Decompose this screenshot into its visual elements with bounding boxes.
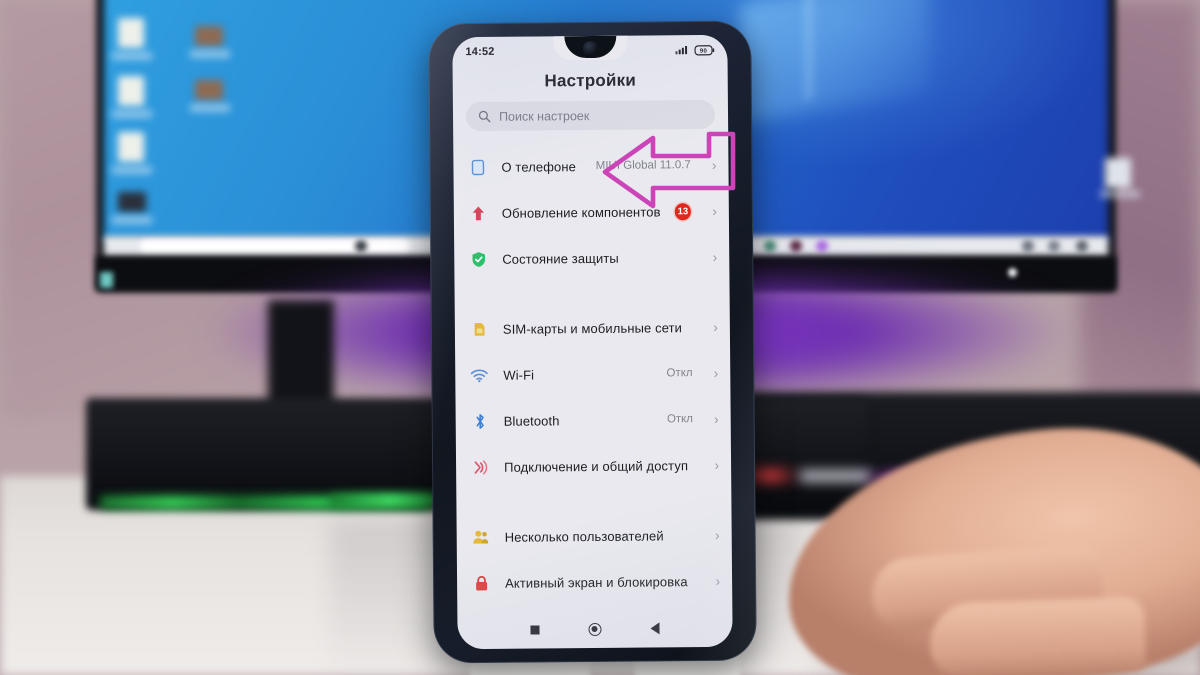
photo-scene: 14:52 90 Настройки Поиск настроек О теле… xyxy=(0,0,1200,675)
sharing-icon xyxy=(470,457,490,477)
desktop-icon xyxy=(118,192,146,212)
row-label: Обновление компонентов xyxy=(501,203,661,221)
status-bar-clock: 14:52 xyxy=(465,45,495,59)
desktop-icon-label xyxy=(112,216,152,224)
monitor-side-marker xyxy=(100,272,113,288)
row-label: Несколько пользователей xyxy=(504,527,664,545)
chevron-right-icon: › xyxy=(714,456,720,473)
taskbar-icon xyxy=(790,240,802,252)
front-camera-icon xyxy=(582,40,598,57)
recycle-bin-label xyxy=(1100,190,1140,198)
settings-row-connection-sharing[interactable]: Подключение и общий доступ › xyxy=(456,442,731,490)
desktop-icon-label xyxy=(190,50,230,58)
battery-icon: 90 xyxy=(694,44,715,55)
windows-wallpaper-logo-split xyxy=(806,0,811,101)
row-label: Активный экран и блокировка xyxy=(505,573,688,591)
row-label: Wi-Fi xyxy=(503,367,535,383)
desktop-icon-label xyxy=(190,104,230,112)
users-icon xyxy=(471,527,491,547)
settings-row-wifi[interactable]: Wi-Fi Откл › xyxy=(455,350,730,398)
settings-row-about-phone[interactable]: О телефоне MIUI Global 11.0.7 › xyxy=(453,142,728,190)
settings-list: О телефоне MIUI Global 11.0.7 › Обновлен… xyxy=(453,140,732,615)
search-bar-wrapper: Поиск настроек xyxy=(453,99,728,142)
chevron-right-icon: › xyxy=(713,410,719,427)
navigation-bar xyxy=(457,613,732,649)
desktop-icon xyxy=(195,26,223,46)
row-label: Подключение и общий доступ xyxy=(504,457,689,475)
chevron-right-icon: › xyxy=(714,526,720,543)
desktop-icon xyxy=(195,80,223,100)
row-value: MIUI Global 11.0.7 xyxy=(595,159,691,172)
chevron-right-icon: › xyxy=(713,318,718,335)
taskbar-icon xyxy=(816,240,828,252)
taskbar-tray-icon xyxy=(1076,240,1088,252)
taskbar-tray-icon xyxy=(1022,240,1034,252)
row-label: Bluetooth xyxy=(503,412,560,429)
back-triangle-icon[interactable] xyxy=(650,622,660,635)
row-label: О телефоне xyxy=(501,158,577,175)
device-group: О телефоне MIUI Global 11.0.7 › Обновлен… xyxy=(453,142,729,282)
recycle-bin-icon xyxy=(1105,158,1131,188)
shield-check-icon xyxy=(468,249,488,269)
page-title: Настройки xyxy=(544,70,637,91)
taskbar-icon xyxy=(764,240,776,252)
signal-icon xyxy=(675,45,688,54)
lock-icon xyxy=(471,573,491,593)
settings-row-security-status[interactable]: Состояние защиты › xyxy=(454,234,729,282)
search-icon xyxy=(478,110,491,123)
settings-row-component-update[interactable]: Обновление компонентов 13 › xyxy=(454,188,729,236)
row-value: Откл xyxy=(666,413,694,426)
taskbar-start-icon xyxy=(355,240,367,252)
middle-finger xyxy=(928,596,1147,675)
update-arrow-icon xyxy=(468,203,488,223)
settings-row-bluetooth[interactable]: Bluetooth Откл › xyxy=(455,396,730,444)
desktop-icon xyxy=(118,18,144,48)
taskbar-tray-icon xyxy=(1048,240,1060,252)
bluetooth-icon xyxy=(470,411,490,431)
sim-card-icon xyxy=(469,319,489,339)
wifi-icon xyxy=(469,365,489,385)
desktop-icon xyxy=(118,132,144,162)
settings-row-sim-cards[interactable]: SIM-карты и мобильные сети › xyxy=(455,304,730,352)
personal-group: Несколько пользователей › Активный экран… xyxy=(456,512,732,615)
desktop-icon-label xyxy=(112,52,152,60)
phone-info-icon xyxy=(467,157,487,177)
chevron-right-icon: › xyxy=(711,156,717,173)
search-input[interactable]: Поиск настроек xyxy=(465,99,716,132)
smartphone: 14:52 90 Настройки Поиск настроек О теле… xyxy=(428,20,757,664)
chevron-right-icon: › xyxy=(712,202,717,219)
recents-square-icon[interactable] xyxy=(530,624,540,635)
settings-row-lockscreen[interactable]: Активный экран и блокировка › xyxy=(457,558,732,606)
settings-row-multiple-users[interactable]: Несколько пользователей › xyxy=(456,512,731,560)
row-value: Откл xyxy=(666,367,693,380)
phone-screen[interactable]: 14:52 90 Настройки Поиск настроек О теле… xyxy=(452,34,733,650)
connectivity-group: SIM-карты и мобильные сети › Wi-Fi Откл … xyxy=(455,304,732,490)
chevron-right-icon: › xyxy=(715,572,721,589)
chevron-right-icon: › xyxy=(713,364,719,381)
home-circle-icon[interactable] xyxy=(588,622,602,636)
taskbar-search-box xyxy=(140,240,410,253)
status-badge: 13 xyxy=(674,202,692,220)
svg-text:90: 90 xyxy=(700,48,708,54)
desktop-icon-label xyxy=(112,110,152,118)
chevron-right-icon: › xyxy=(712,248,718,265)
desktop-icon xyxy=(118,76,144,106)
row-label: Состояние защиты xyxy=(502,250,619,267)
row-label: SIM-карты и мобильные сети xyxy=(502,319,683,337)
desktop-icon-label xyxy=(112,166,152,174)
search-placeholder: Поиск настроек xyxy=(498,108,590,124)
